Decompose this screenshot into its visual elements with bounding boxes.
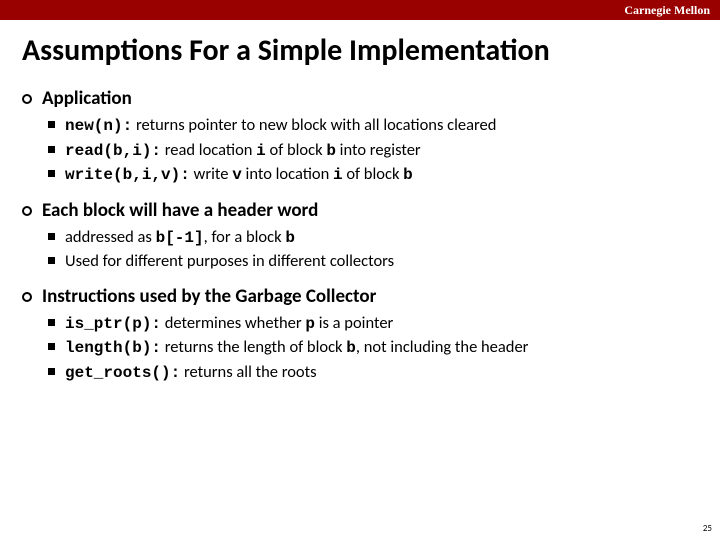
top-bar: Carnegie Mellon (0, 0, 720, 20)
bullet-text: write(b,i,v): write v into location i of… (65, 163, 413, 187)
page-number: 25 (703, 523, 712, 534)
item-text: returns all the roots (180, 362, 316, 382)
bullet-square-icon (48, 319, 55, 326)
bullet-text: read(b,i): read location i of block b in… (65, 139, 421, 163)
bullet-square-icon (48, 146, 55, 153)
bullet-item: write(b,i,v): write v into location i of… (48, 163, 698, 187)
code-token: is_ptr(p): (65, 315, 161, 333)
bullet-text: length(b): returns the length of block b… (65, 336, 528, 360)
item-text: returns pointer to new block with all lo… (132, 115, 496, 135)
bullet-item: read(b,i): read location i of block b in… (48, 139, 698, 163)
code-token: write(b,i,v): (65, 166, 190, 184)
item-text: determines whether p is a pointer (161, 313, 393, 333)
bullet-square-icon (48, 121, 55, 128)
section-heading: Application (42, 87, 132, 110)
code-token: get_roots(): (65, 364, 180, 382)
section: Application new(n): returns pointer to ne… (22, 87, 698, 187)
bullet-item: is_ptr(p): determines whether p is a poi… (48, 312, 698, 336)
brand-label: Carnegie Mellon (624, 3, 710, 18)
bullet-square-icon (48, 343, 55, 350)
item-text: addressed as b[-1], for a block b (65, 227, 295, 247)
code-token: length(b): (65, 339, 161, 357)
item-text: write v into location i of block b (190, 164, 413, 184)
bullet-circle-icon (22, 94, 32, 104)
slide-content: Application new(n): returns pointer to ne… (0, 87, 720, 384)
bullet-circle-icon (22, 206, 32, 216)
bullet-text: get_roots(): returns all the roots (65, 361, 317, 385)
bullet-text: Used for different purposes in different… (65, 250, 394, 272)
bullet-square-icon (48, 257, 55, 264)
item-text: read location i of block b into register (161, 140, 421, 160)
section-heading: Each block will have a header word (42, 199, 318, 222)
bullet-text: is_ptr(p): determines whether p is a poi… (65, 312, 393, 336)
bullet-item: addressed as b[-1], for a block b (48, 226, 698, 250)
bullet-text: new(n): returns pointer to new block wit… (65, 114, 496, 138)
bullet-item: new(n): returns pointer to new block wit… (48, 114, 698, 138)
item-text: returns the length of block b, not inclu… (161, 337, 528, 357)
item-text: Used for different purposes in different… (65, 251, 394, 271)
bullet-text: addressed as b[-1], for a block b (65, 226, 295, 250)
code-token: new(n): (65, 117, 132, 135)
slide-title: Assumptions For a Simple Implementation (0, 20, 720, 75)
bullet-item: Used for different purposes in different… (48, 250, 698, 272)
bullet-circle-icon (22, 292, 32, 302)
bullet-square-icon (48, 233, 55, 240)
bullet-item: get_roots(): returns all the roots (48, 361, 698, 385)
section-heading: Instructions used by the Garbage Collect… (42, 285, 376, 308)
bullet-square-icon (48, 170, 55, 177)
section: Each block will have a header word addres… (22, 199, 698, 273)
code-token: read(b,i): (65, 142, 161, 160)
bullet-square-icon (48, 368, 55, 375)
section: Instructions used by the Garbage Collect… (22, 285, 698, 385)
bullet-item: length(b): returns the length of block b… (48, 336, 698, 360)
